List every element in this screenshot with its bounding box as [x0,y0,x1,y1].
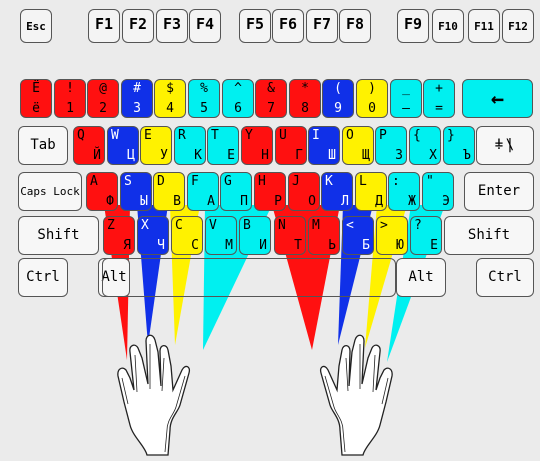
keyboard-diagram: Esc F1 F2 F3 F4 F5 F6 F7 F8 F9 F10 F11 F12 Ёё! 1 @2 #3 $4… [0,0,540,461]
left-hand [117,334,191,456]
hands [117,334,393,456]
right-hand [319,334,393,456]
